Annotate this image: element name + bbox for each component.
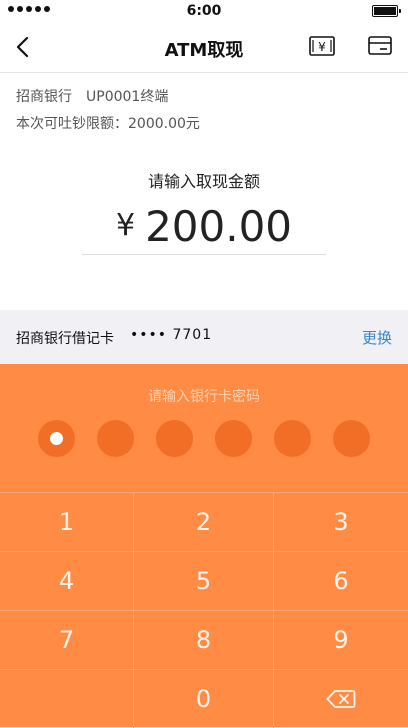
key-5[interactable]: 5: [134, 552, 273, 610]
amount-input[interactable]: ¥200.00: [0, 202, 408, 251]
status-bar: 6:00: [0, 0, 408, 22]
amount-underline: [82, 254, 326, 255]
change-card-button[interactable]: 更换: [362, 327, 392, 348]
terminal-id: UP0001终端: [86, 89, 169, 105]
amount-prompt: 请输入取现金额: [147, 172, 260, 191]
key-6[interactable]: 6: [274, 552, 408, 610]
key-9[interactable]: 9: [274, 611, 408, 669]
terminal-info: 招商银行 UP0001终端: [16, 86, 168, 106]
status-time: 6:00: [186, 3, 222, 19]
keypad: 123 456 7890: [0, 492, 408, 728]
pin-dot: [97, 420, 134, 457]
key-7[interactable]: 7: [0, 611, 133, 669]
cash-yen-icon[interactable]: ¥: [308, 34, 336, 58]
key-8[interactable]: 8: [134, 611, 273, 669]
battery-icon: [372, 5, 401, 17]
amount-value: 200.00: [145, 202, 293, 251]
pin-dot: [274, 420, 311, 457]
keypad-blank: [0, 670, 133, 728]
pin-dot: [156, 420, 193, 457]
pin-dot-filled: [50, 432, 63, 445]
nav-bar: ATM取现 ¥: [0, 22, 408, 73]
key-delete[interactable]: [274, 670, 408, 728]
pin-dot: [333, 420, 370, 457]
key-0[interactable]: 0: [134, 670, 273, 728]
key-3[interactable]: 3: [274, 493, 408, 551]
pin-dot: [38, 420, 75, 457]
chevron-left-icon[interactable]: [10, 33, 38, 61]
card-number: •••• 7701: [130, 327, 213, 343]
pin-dot: [215, 420, 252, 457]
card-row: 招商银行借记卡 •••• 7701 更换: [0, 310, 408, 364]
currency-symbol: ¥: [115, 208, 136, 243]
card-name: 招商银行借记卡: [16, 331, 114, 347]
pin-prompt: 请输入银行卡密码: [148, 389, 260, 405]
key-2[interactable]: 2: [134, 493, 273, 551]
card-icon[interactable]: [366, 34, 394, 58]
key-1[interactable]: 1: [0, 493, 133, 551]
svg-text:¥: ¥: [318, 40, 326, 54]
withdraw-limit: 本次可吐钞限额：2000.00元: [16, 116, 200, 132]
bank-name: 招商银行: [16, 89, 72, 105]
backspace-icon: [326, 690, 356, 708]
pin-indicator: [38, 420, 372, 458]
pin-keypad-panel: 请输入银行卡密码 123 456 7890: [0, 364, 408, 728]
page-title: ATM取现: [164, 40, 244, 61]
key-4[interactable]: 4: [0, 552, 133, 610]
